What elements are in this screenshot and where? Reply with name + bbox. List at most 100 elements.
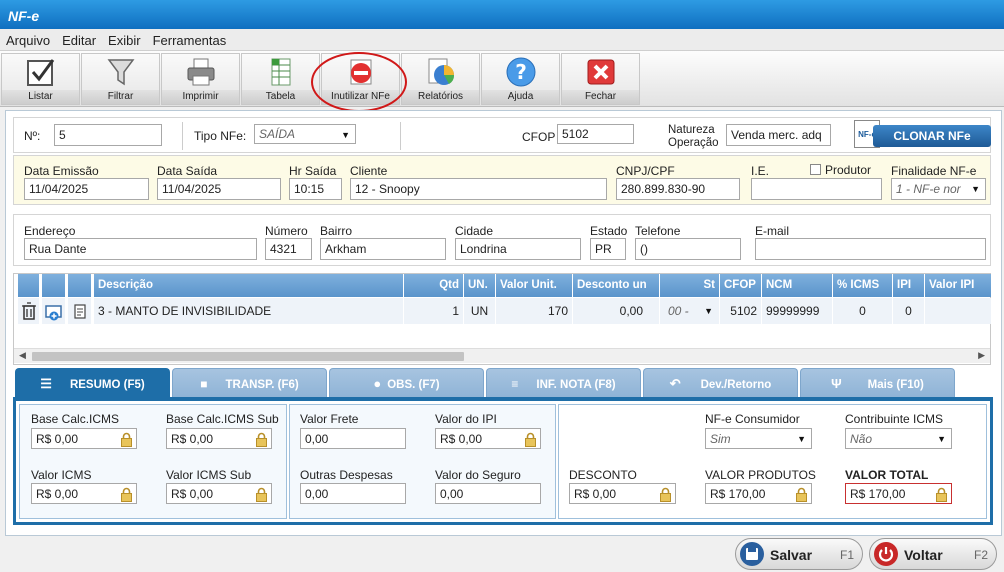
base-icms-field[interactable]: R$ 0,00 [31,428,137,449]
tab-dev-retorno[interactable]: ↶ Dev./Retorno [643,368,798,398]
trash-icon[interactable] [18,298,40,324]
cell-descricao: 3 - MANTO DE INVISIBILIDADE [94,298,404,324]
bairro-field[interactable]: Arkham [320,238,446,260]
natureza-field[interactable]: Venda merc. adq [726,124,831,146]
save-icon [740,542,764,566]
horizontal-scrollbar[interactable]: ◀ ▶ [14,348,990,363]
tab-bar: ☰ RESUMO (F5) ■ TRANSP. (F6) ● OBS. (F7) ≡ I… [13,368,993,398]
col-st[interactable]: St [660,274,720,297]
document-icon[interactable] [68,298,92,324]
cfop-field[interactable]: 5102 [557,124,634,144]
add-icon[interactable] [42,298,66,324]
cell-un: UN [464,298,496,324]
col-qtd[interactable]: Qtd [404,274,464,297]
col-descricao[interactable]: Descrição [94,274,404,297]
base-icms-sub-field[interactable]: R$ 0,00 [166,428,272,449]
fechar-button[interactable]: Fechar [561,53,640,105]
tab-obs[interactable]: ● OBS. (F7) [329,368,484,398]
cell-st[interactable]: 00 - ▼ [660,298,720,324]
endereco-row: Endereço Rua Dante Número 4321 Bairro Ar… [13,214,991,266]
dados-row: Data Emissão 11/04/2025 Data Saída 11/04… [13,155,991,205]
lock-icon [936,487,947,502]
col-valor-unit[interactable]: Valor Unit. [496,274,573,297]
col-ncm[interactable]: NCM [762,274,833,297]
salvar-button[interactable]: Salvar F1 [735,538,863,570]
finalidade-select[interactable]: 1 - NF-e nor ▼ [891,178,986,200]
help-icon: ? [506,57,536,87]
tab-inf-nota[interactable]: ≡ INF. NOTA (F8) [486,368,641,398]
cell-ipi: 0 [893,298,925,324]
menu-ferramentas[interactable]: Ferramentas [147,29,233,48]
cidade-field[interactable]: Londrina [455,238,581,260]
cell-cfop: 5102 [720,298,762,324]
data-saida-field[interactable]: 11/04/2025 [157,178,281,200]
voltar-button[interactable]: Voltar F2 [869,538,997,570]
pie-chart-icon [428,58,455,85]
valor-seguro-field[interactable]: 0,00 [435,483,541,504]
col-icms[interactable]: % ICMS [833,274,893,297]
data-emissao-field[interactable]: 11/04/2025 [24,178,149,200]
despesas-box: Valor Frete 0,00 Valor do IPI R$ 0,00 Ou… [289,404,556,519]
col-un[interactable]: UN. [464,274,496,297]
cell-desconto: 0,00 [573,298,660,324]
cnpj-field[interactable]: 280.899.830-90 [616,178,740,200]
checkbox-icon [27,59,55,86]
valor-produtos-field[interactable]: R$ 170,00 [705,483,812,504]
col-ipi[interactable]: IPI [893,274,925,297]
power-icon [874,542,898,566]
valor-total-field[interactable]: R$ 170,00 [845,483,952,504]
endereco-field[interactable]: Rua Dante [24,238,257,260]
email-field[interactable] [755,238,986,260]
scroll-left-icon[interactable]: ◀ [19,350,26,361]
valor-ipi-field[interactable]: R$ 0,00 [435,428,541,449]
telefone-field[interactable]: () [635,238,741,260]
desconto-field[interactable]: R$ 0,00 [569,483,676,504]
relatorios-button[interactable]: Relatórios [401,53,480,105]
ie-field[interactable] [751,178,882,200]
close-icon [587,59,615,85]
col-cfop[interactable]: CFOP [720,274,762,297]
ajuda-button[interactable]: ? Ajuda [481,53,560,105]
scroll-right-icon[interactable]: ▶ [978,350,985,361]
valor-frete-field[interactable]: 0,00 [300,428,406,449]
valor-icms-sub-field[interactable]: R$ 0,00 [166,483,272,504]
tab-mais[interactable]: Ψ Mais (F10) [800,368,955,398]
menu-arquivo[interactable]: Arquivo [0,29,56,48]
menu-exibir[interactable]: Exibir [102,29,147,48]
imprimir-button[interactable]: Imprimir [161,53,240,105]
tab-resumo[interactable]: ☰ RESUMO (F5) [15,368,170,398]
estado-field[interactable]: PR [590,238,626,260]
numero-endereco-field[interactable]: 4321 [265,238,312,260]
spreadsheet-icon [271,58,291,86]
lock-icon [525,432,536,447]
list-icon: ☰ [40,376,52,391]
tipo-nfe-select[interactable]: SAÍDA ▼ [254,124,356,144]
scrollbar-thumb[interactable] [32,352,464,361]
return-icon: ↶ [669,376,681,391]
menu-editar[interactable]: Editar [56,29,102,48]
contribuinte-icms-select[interactable]: Não ▼ [845,428,952,449]
lock-icon [660,487,671,502]
listar-button[interactable]: Listar [1,53,80,105]
resumo-panel: Base Calc.ICMS R$ 0,00 Base Calc.ICMS Su… [13,397,993,525]
col-valor-ipi[interactable]: Valor IPI [925,274,991,297]
truck-icon: ■ [200,377,208,391]
cliente-field[interactable]: 12 - Snoopy [350,178,607,200]
window-title: NF-e [0,0,1004,29]
database-icon: ≡ [511,377,519,391]
tab-transp[interactable]: ■ TRANSP. (F6) [172,368,327,398]
cell-valor-unit: 170 [496,298,573,324]
valor-icms-field[interactable]: R$ 0,00 [31,483,137,504]
numero-field[interactable]: 5 [54,124,162,146]
col-desconto[interactable]: Desconto un [573,274,660,297]
outras-despesas-field[interactable]: 0,00 [300,483,406,504]
filtrar-button[interactable]: Filtrar [81,53,160,105]
clonar-nfe-button[interactable]: NF-e CLONAR NFe [851,120,991,148]
toolbar: Listar Filtrar Imprimir Tabela Inutiliza… [0,51,1004,107]
menu-bar: Arquivo Editar Exibir Ferramentas [0,29,1004,51]
tabela-button[interactable]: Tabela [241,53,320,105]
cell-icms: 0 [833,298,893,324]
nfe-consumidor-select[interactable]: Sim ▼ [705,428,812,449]
produtor-checkbox[interactable] [810,164,821,175]
hr-saida-field[interactable]: 10:15 [289,178,342,200]
